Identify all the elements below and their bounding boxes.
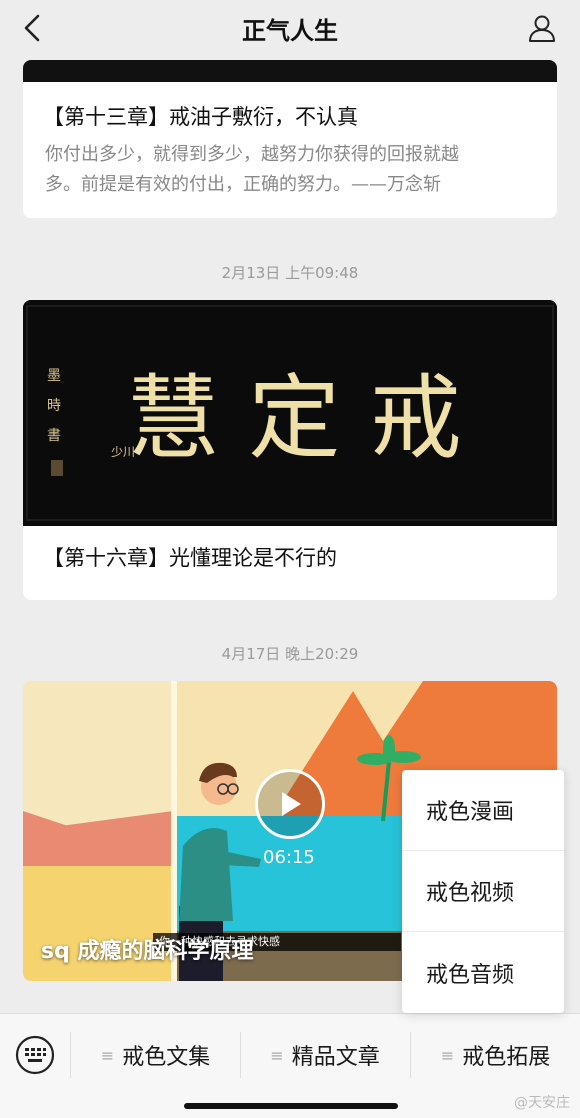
svg-text:書: 書 <box>47 428 61 444</box>
menu-item-label: 戒色拓展 <box>462 1045 551 1070</box>
submenu-item-videos[interactable]: 戒色视频 <box>402 851 564 932</box>
article-card[interactable]: 墨 時 書 少川 慧 定 戒 【第十六章】光懂理论是不行的 <box>23 300 557 600</box>
article-cover-image <box>23 60 557 82</box>
svg-text:時: 時 <box>47 398 61 414</box>
article-description: 你付出多少，就得到多少，越努力你获得的回报就越 多。前提是有效的付出，正确的努力… <box>23 140 557 200</box>
play-icon <box>282 792 301 816</box>
keyboard-toggle-button[interactable] <box>14 1034 56 1076</box>
article-title: 【第十三章】戒油子敷衍，不认真 <box>43 105 358 129</box>
menu-list-icon: ≡ <box>440 1045 455 1065</box>
message-timestamp: 2月13日 上午09:48 <box>221 264 359 282</box>
chevron-left-icon <box>24 14 40 42</box>
nav-bar: 正气人生 <box>0 0 580 56</box>
play-button[interactable] <box>255 769 325 839</box>
menu-item-articles[interactable]: ≡ 戒色文集 <box>72 1032 239 1078</box>
profile-button[interactable] <box>524 10 560 46</box>
submenu-item-audio[interactable]: 戒色音频 <box>402 932 564 1013</box>
article-description-line: 你付出多少，就得到多少，越努力你获得的回报就越 <box>45 144 459 165</box>
video-duration: 06:15 <box>263 847 315 868</box>
svg-text:墨: 墨 <box>47 368 61 384</box>
menu-list-icon: ≡ <box>270 1045 284 1065</box>
menu-item-label: 精品文章 <box>291 1045 380 1070</box>
back-button[interactable] <box>14 10 50 46</box>
page-title: 正气人生 <box>242 16 338 45</box>
video-title: sq 成瘾的脑科学原理 <box>41 939 254 964</box>
submenu-item-comics[interactable]: 戒色漫画 <box>402 770 564 851</box>
submenu-popup: 戒色漫画 戒色视频 戒色音频 <box>402 770 564 1013</box>
menu-item-label: 戒色文集 <box>122 1045 211 1070</box>
article-description-line: 多。前提是有效的付出，正确的努力。——万念斩 <box>45 174 441 195</box>
user-icon <box>529 15 555 42</box>
message-timestamp: 4月17日 晚上20:29 <box>221 645 359 663</box>
menu-item-extension[interactable]: ≡ 戒色拓展 <box>411 1032 580 1078</box>
home-indicator <box>184 1103 398 1109</box>
menu-list-icon: ≡ <box>100 1045 115 1065</box>
menu-divider <box>70 1032 71 1078</box>
article-card[interactable]: 【第十三章】戒油子敷衍，不认真 你付出多少，就得到多少，越努力你获得的回报就越 … <box>23 60 557 218</box>
keyboard-icon <box>15 1035 55 1075</box>
calligraphy-text: 慧 定 戒 <box>127 365 462 472</box>
watermark-text: @天安庄 <box>514 1095 570 1111</box>
menu-item-featured[interactable]: ≡ 精品文章 <box>241 1032 409 1078</box>
article-title: 【第十六章】光懂理论是不行的 <box>43 546 337 570</box>
calligraphy-banner-image: 墨 時 書 少川 慧 定 戒 <box>23 300 557 526</box>
calligraphy-art: 墨 時 書 少川 慧 定 戒 <box>23 300 557 526</box>
